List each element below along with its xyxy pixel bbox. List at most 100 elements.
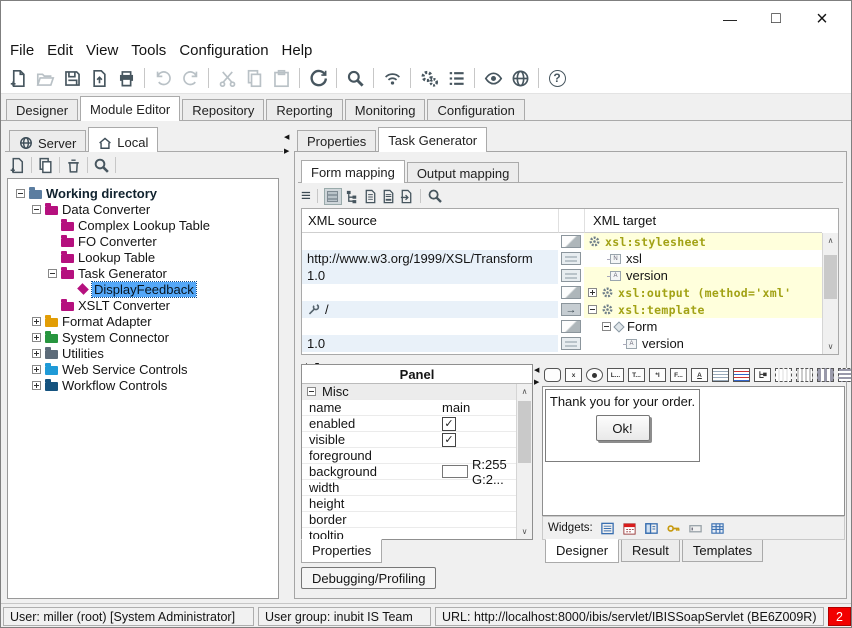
list-widget-icon[interactable] — [733, 368, 750, 382]
mapping-equals-button[interactable] — [561, 337, 581, 350]
settings-gears-icon[interactable] — [417, 66, 441, 90]
export-document-icon[interactable] — [399, 189, 414, 204]
search-icon[interactable] — [343, 66, 367, 90]
passwordfield-widget-icon[interactable]: *I — [649, 368, 666, 382]
mapping-splitter[interactable]: ▲ ▼ — [301, 355, 839, 363]
status-error-badge[interactable]: 2 — [828, 607, 851, 626]
expander-collapsed-icon[interactable] — [32, 317, 41, 326]
xml-source-header[interactable]: XML source — [308, 213, 377, 228]
tab-widget-properties[interactable]: Properties — [301, 539, 382, 563]
paste-icon[interactable] — [269, 66, 293, 90]
mapping-row[interactable]: / → xsl:template — [302, 301, 838, 318]
expander-collapsed-icon[interactable] — [32, 349, 41, 358]
menu-file[interactable]: File — [10, 42, 34, 59]
task-list-icon[interactable] — [444, 66, 468, 90]
mapping-style-button[interactable] — [561, 286, 581, 299]
tree-item-xslt-converter[interactable]: XSLT Converter — [8, 297, 278, 313]
print-icon[interactable] — [114, 66, 138, 90]
tab-server[interactable]: Server — [9, 130, 86, 152]
scroll-down-icon[interactable]: ∨ — [823, 339, 838, 354]
properties-scrollbar[interactable]: ∧ ∨ — [516, 384, 532, 539]
expander-collapsed-icon[interactable] — [32, 365, 41, 374]
editorpane-widget-icon[interactable] — [712, 368, 729, 382]
expander-expanded-icon[interactable] — [588, 305, 597, 314]
mapping-style-button[interactable] — [561, 320, 581, 333]
left-splitter[interactable]: ◀ ▶ — [283, 121, 292, 603]
tree-item-fo-converter[interactable]: FO Converter — [8, 233, 278, 249]
expander-collapsed-icon[interactable] — [32, 333, 41, 342]
mapping-scrollbar[interactable]: ∧ ∨ — [822, 233, 838, 354]
absolute-layout-widget-icon[interactable] — [775, 368, 792, 382]
hex-view-icon[interactable] — [381, 189, 396, 204]
mapping-equals-button[interactable] — [561, 269, 581, 282]
splitter-collapse-right-icon[interactable]: ▶ — [284, 147, 289, 155]
splitter-collapse-left-icon[interactable]: ◀ — [534, 366, 539, 374]
tree-item-working-directory[interactable]: Working directory — [8, 185, 278, 201]
table-widget-icon[interactable] — [710, 521, 725, 536]
refresh-icon[interactable] — [306, 66, 330, 90]
new-document-icon[interactable] — [9, 157, 26, 174]
textfield-widget-icon[interactable]: T... — [628, 368, 645, 382]
tree-item-lookup-table[interactable]: Lookup Table — [8, 249, 278, 265]
flow-layout-widget-icon[interactable] — [838, 368, 852, 382]
tree-item-displayfeedback[interactable]: DisplayFeedback — [8, 281, 278, 297]
search-icon[interactable] — [427, 188, 443, 204]
save-icon[interactable] — [60, 66, 84, 90]
mapping-arrow-button[interactable]: → — [561, 303, 581, 316]
expander-expanded-icon[interactable] — [307, 387, 316, 396]
tab-properties[interactable]: Properties — [297, 130, 376, 152]
tab-local[interactable]: Local — [88, 127, 158, 152]
visible-checkbox[interactable]: ✓ — [442, 433, 456, 447]
preview-eye-icon[interactable] — [481, 66, 505, 90]
scroll-down-icon[interactable]: ∨ — [517, 524, 532, 539]
import-document-icon[interactable] — [87, 66, 111, 90]
splitter-collapse-right-icon[interactable]: ▶ — [534, 378, 539, 386]
tab-configuration[interactable]: Configuration — [427, 99, 524, 121]
mapping-equals-button[interactable] — [561, 252, 581, 265]
textfield-widget-icon[interactable] — [688, 521, 703, 536]
tab-form-mapping[interactable]: Form mapping — [301, 160, 405, 183]
scroll-up-icon[interactable]: ∧ — [823, 233, 838, 248]
mapping-row[interactable]: Form — [302, 318, 838, 335]
tab-designer[interactable]: Designer — [6, 99, 78, 121]
trash-icon[interactable] — [65, 157, 82, 174]
designer-splitter[interactable]: ◀ ▶ — [534, 364, 542, 540]
mapping-row[interactable]: xsl:output (method='xml' — [302, 284, 838, 301]
new-document-icon[interactable] — [6, 66, 30, 90]
menu-tools[interactable]: Tools — [131, 42, 166, 59]
open-folder-icon[interactable] — [33, 66, 57, 90]
designer-canvas[interactable]: Thank you for your order. Ok! — [542, 386, 845, 516]
document-view-icon[interactable] — [363, 189, 378, 204]
copy-icon[interactable] — [242, 66, 266, 90]
preview-panel[interactable]: Thank you for your order. Ok! — [545, 389, 700, 462]
xml-target-header[interactable]: XML target — [593, 213, 656, 228]
tree-item-data-converter[interactable]: Data Converter — [8, 201, 278, 217]
grid-view-icon[interactable] — [324, 188, 342, 205]
expander-expanded-icon[interactable] — [602, 322, 611, 331]
tree-item-web-service-controls[interactable]: Web Service Controls — [8, 361, 278, 377]
mapping-style-button[interactable] — [561, 235, 581, 248]
tab-module-editor[interactable]: Module Editor — [80, 96, 180, 121]
color-swatch[interactable] — [442, 465, 468, 478]
combobox-widget-icon[interactable] — [644, 521, 659, 536]
menu-hamburger-icon[interactable]: ≡ — [301, 186, 311, 206]
maximize-button[interactable]: □ — [753, 10, 799, 28]
mapping-row[interactable]: http://www.w3.org/1999/XSL/Transform N x… — [302, 250, 838, 267]
menu-edit[interactable]: Edit — [47, 42, 73, 59]
enabled-checkbox[interactable]: ✓ — [442, 417, 456, 431]
mapping-row[interactable]: xsl:stylesheet — [302, 233, 838, 250]
mapping-row[interactable]: 1.0 A version — [302, 267, 838, 284]
radiobutton-widget-icon[interactable] — [586, 368, 603, 382]
checkbox-widget-icon[interactable]: x — [565, 368, 582, 382]
tab-result-view[interactable]: Result — [621, 540, 680, 562]
scroll-up-icon[interactable]: ∧ — [517, 384, 532, 399]
tab-repository[interactable]: Repository — [182, 99, 264, 121]
key-widget-icon[interactable] — [666, 521, 681, 536]
label-widget-icon[interactable]: L... — [607, 368, 624, 382]
undo-icon[interactable] — [151, 66, 175, 90]
tree-item-workflow-controls[interactable]: Workflow Controls — [8, 377, 278, 393]
search-icon[interactable] — [93, 157, 110, 174]
expander-expanded-icon[interactable] — [48, 269, 57, 278]
tree-item-utilities[interactable]: Utilities — [8, 345, 278, 361]
formattedfield-widget-icon[interactable]: F... — [670, 368, 687, 382]
